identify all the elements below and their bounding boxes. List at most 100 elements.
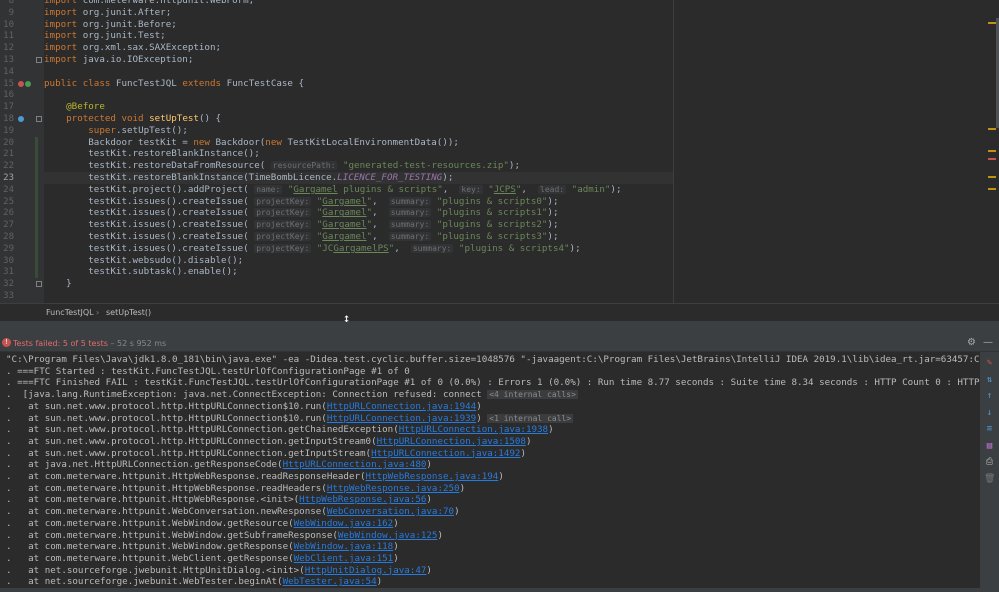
console-line[interactable]: "C:\Program Files\Java\jdk1.8.0_181\bin\… [6,354,980,366]
breadcrumb: FuncTestJQL › setUpTest() [0,303,999,321]
code-line[interactable]: public class FuncTestJQL extends FuncTes… [44,78,304,90]
line-number: 15 [3,78,14,89]
line-number: 24 [3,184,14,195]
fold-icon[interactable] [36,281,42,288]
line-number: 30 [3,255,14,266]
warning-marker[interactable] [988,158,996,160]
console-line[interactable]: . at java.net.HttpURLConnection.getRespo… [6,459,432,471]
code-line[interactable]: } [44,278,72,290]
console-line[interactable]: . at com.meterware.httpunit.WebWindow.ge… [6,530,443,542]
line-number: 9 [8,7,14,18]
line-number: 32 [3,279,14,290]
console-line[interactable]: . at com.meterware.httpunit.HttpWebRespo… [6,494,432,506]
fold-icon[interactable] [36,116,42,122]
code-line[interactable]: testKit.restoreBlankInstance(TimeBombLic… [44,172,674,184]
console-line[interactable]: . at com.meterware.httpunit.WebWindow.ge… [6,518,399,530]
console-line[interactable]: . at net.sourceforge.jwebunit.WebTester.… [6,576,382,588]
line-number: 31 [3,267,14,278]
error-stripe[interactable] [985,0,999,303]
vcs-change-marker[interactable] [35,136,38,279]
trash-icon[interactable]: 🗑 [984,474,995,485]
console-line[interactable]: . at sun.net.www.protocol.http.HttpURLCo… [6,448,526,460]
code-line[interactable]: testKit.restoreBlankInstance(); [44,148,259,160]
console-line[interactable]: . at com.meterware.httpunit.HttpWebRespo… [6,483,465,495]
soft-wrap-icon[interactable]: ≡ [984,424,995,435]
line-number: 26 [3,208,14,219]
line-number: 10 [3,19,14,30]
console-line[interactable]: . at com.meterware.httpunit.WebClient.ge… [6,553,399,565]
line-number: 14 [3,66,14,77]
code-line[interactable]: testKit.subtask().enable(); [44,266,237,278]
code-line[interactable]: import org.junit.Before; [44,19,177,31]
clear-all-icon[interactable]: ✎ [984,358,995,369]
code-line[interactable]: testKit.issues().createIssue( projectKey… [44,243,580,255]
code-line[interactable]: testKit.project().addProject( name: "Gar… [44,184,621,196]
code-line[interactable]: @Before [44,101,105,113]
line-number: 33 [3,291,14,301]
code-line[interactable]: import java.io.IOException; [44,54,193,66]
minimize-icon[interactable]: — [983,337,993,348]
warning-marker[interactable] [988,176,996,178]
code-line[interactable]: import org.junit.Test; [44,30,166,42]
code-line[interactable]: Backdoor testKit = new Backdoor(new Test… [44,137,459,149]
code-lines[interactable]: import com.meterware.httpunit.WebForm; im… [44,0,973,303]
test-status-summary: Tests failed: 5 of 5 tests [13,339,108,348]
console-line[interactable]: . ===FTC Started : testKit.FuncTestJQL.t… [6,366,410,378]
line-number: 23 [3,173,14,183]
console-line[interactable]: . at com.meterware.httpunit.HttpWebRespo… [6,471,504,483]
line-number: 16 [3,90,14,101]
print-icon[interactable]: ⎙ [984,457,995,468]
gear-icon[interactable]: ⚙ [967,337,976,348]
down-arrow-icon[interactable]: ↓ [984,408,995,419]
console-line[interactable]: . at net.sourceforge.jwebunit.HttpUnitDi… [6,565,432,577]
test-status-text: Tests failed: 5 of 5 tests – 52 s 952 ms [13,339,166,348]
sort-icon[interactable]: ⇅ [984,375,995,386]
console-line[interactable]: . at sun.net.www.protocol.http.HttpURLCo… [6,436,532,448]
line-number: 25 [3,196,14,207]
console-line[interactable]: . at sun.net.www.protocol.http.HttpURLCo… [6,413,574,425]
up-arrow-icon[interactable]: ↑ [984,391,995,402]
line-number: 13 [3,55,14,65]
test-failed-icon: ! [2,338,11,347]
right-margin-guide [673,0,674,303]
status-bar [0,588,999,592]
line-number: 29 [3,243,14,254]
line-number: 18 [3,114,14,124]
console-line[interactable]: . at com.meterware.httpunit.WebConversat… [6,506,460,518]
console-line[interactable]: . ===FTC Finished FAIL : testKit.FuncTes… [6,377,980,389]
line-number: 12 [3,43,14,54]
scroll-to-end-icon[interactable]: ▤ [984,441,995,452]
code-line[interactable]: super.setUpTest(); [44,125,188,137]
tool-window-splitter[interactable] [0,321,999,335]
console-line[interactable]: . at sun.net.www.protocol.http.HttpURLCo… [6,424,554,436]
code-editor[interactable]: 8 9 10 11 12 13 14 15 16 17 18 19 20 21 22 23 24 25 26 27 28… [0,0,999,303]
line-number: 21 [3,149,14,160]
line-number: 22 [3,161,14,172]
code-line[interactable]: protected void setUpTest() { [44,113,221,125]
code-line[interactable]: import org.xml.sax.SAXException; [44,42,221,54]
warning-marker[interactable] [988,150,996,152]
code-line[interactable]: testKit.issues().createIssue( projectKey… [44,207,558,219]
override-icon[interactable] [18,116,24,122]
code-line[interactable]: testKit.issues().createIssue( projectKey… [44,219,558,231]
console-line[interactable]: . [java.lang.RuntimeException: java.net.… [6,389,578,401]
code-line[interactable]: testKit.issues().createIssue( projectKey… [44,231,558,243]
code-line[interactable]: testKit.restoreDataFromResource( resourc… [44,160,520,172]
line-number: 17 [3,102,14,113]
console-toolbar: ✎ ⇅ ↑ ↓ ≡ ▤ ⎙ 🗑 [980,352,999,592]
code-line[interactable]: import org.junit.After; [44,7,171,19]
console-output[interactable]: "C:\Program Files\Java\jdk1.8.0_181\bin\… [0,352,980,592]
breadcrumb-class[interactable]: FuncTestJQL [46,308,94,317]
warning-marker[interactable] [988,188,996,190]
warning-marker[interactable] [988,128,996,130]
code-line[interactable]: testKit.websudo().disable(); [44,255,243,267]
run-test-icon[interactable] [25,80,31,87]
console-line[interactable]: . at com.meterware.httpunit.WebWindow.ge… [6,541,399,553]
console-line[interactable]: . at sun.net.www.protocol.http.HttpURLCo… [6,401,482,413]
line-number-gutter[interactable]: 8 9 10 11 12 13 14 15 16 17 18 19 20 21 22 23 24 25 26 27 28… [0,0,44,303]
run-test-icon[interactable] [18,80,24,87]
fold-icon[interactable] [36,57,42,63]
code-line[interactable]: testKit.issues().createIssue( projectKey… [44,196,558,208]
breadcrumb-method[interactable]: setUpTest() [106,308,151,317]
warning-marker[interactable] [988,22,996,24]
